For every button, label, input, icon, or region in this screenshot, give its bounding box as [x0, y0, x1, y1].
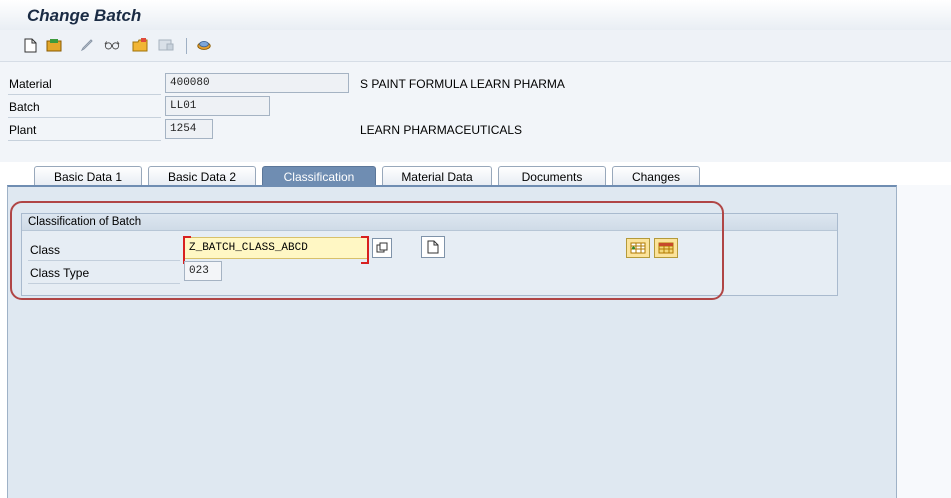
- tab-basic-data-1[interactable]: Basic Data 1: [34, 166, 142, 187]
- title-bar: Change Batch: [0, 0, 951, 30]
- label-underline: [28, 260, 180, 261]
- new-document-icon[interactable]: [22, 37, 38, 53]
- new-document-icon[interactable]: [421, 236, 445, 258]
- label-underline: [8, 94, 161, 95]
- plant-label: Plant: [9, 123, 37, 137]
- material-label: Material: [9, 77, 52, 91]
- class-label: Class: [30, 243, 61, 257]
- material-field[interactable]: 400080: [165, 73, 349, 93]
- folder-icon[interactable]: [132, 37, 148, 53]
- group-title: Classification of Batch: [22, 214, 837, 231]
- application-toolbar: [0, 30, 951, 62]
- tab-strip: Basic Data 1 Basic Data 2 Classification…: [0, 162, 951, 187]
- change-icon[interactable]: [46, 37, 62, 53]
- tab-basic-data-2[interactable]: Basic Data 2: [148, 166, 256, 187]
- table-icon[interactable]: [654, 238, 678, 258]
- label-underline: [8, 117, 161, 118]
- other-icon[interactable]: [196, 37, 212, 53]
- right-margin: [897, 185, 951, 498]
- tab-documents[interactable]: Documents: [498, 166, 606, 187]
- class-type-label: Class Type: [30, 266, 90, 280]
- class-type-field[interactable]: 023: [184, 261, 222, 281]
- batch-field[interactable]: LL01: [165, 96, 270, 116]
- pencil-icon[interactable]: [79, 37, 95, 53]
- plant-field[interactable]: 1254: [165, 119, 213, 139]
- toolbar-separator: [186, 38, 187, 54]
- label-underline: [8, 140, 161, 141]
- plant-description: LEARN PHARMACEUTICALS: [360, 123, 523, 137]
- page-title: Change Batch: [27, 6, 142, 25]
- tab-changes[interactable]: Changes: [612, 166, 700, 187]
- insert-row-icon[interactable]: [626, 238, 650, 258]
- batch-label: Batch: [9, 100, 40, 114]
- copy-icon[interactable]: [372, 238, 392, 258]
- tab-classification[interactable]: Classification: [262, 166, 376, 187]
- glasses-icon[interactable]: [104, 37, 120, 53]
- label-underline: [28, 283, 180, 284]
- class-field[interactable]: Z_BATCH_CLASS_ABCD: [183, 236, 369, 264]
- tab-material-data[interactable]: Material Data: [382, 166, 492, 187]
- material-description: S PAINT FORMULA LEARN PHARMA: [360, 77, 565, 91]
- save-disabled-icon: [158, 37, 174, 53]
